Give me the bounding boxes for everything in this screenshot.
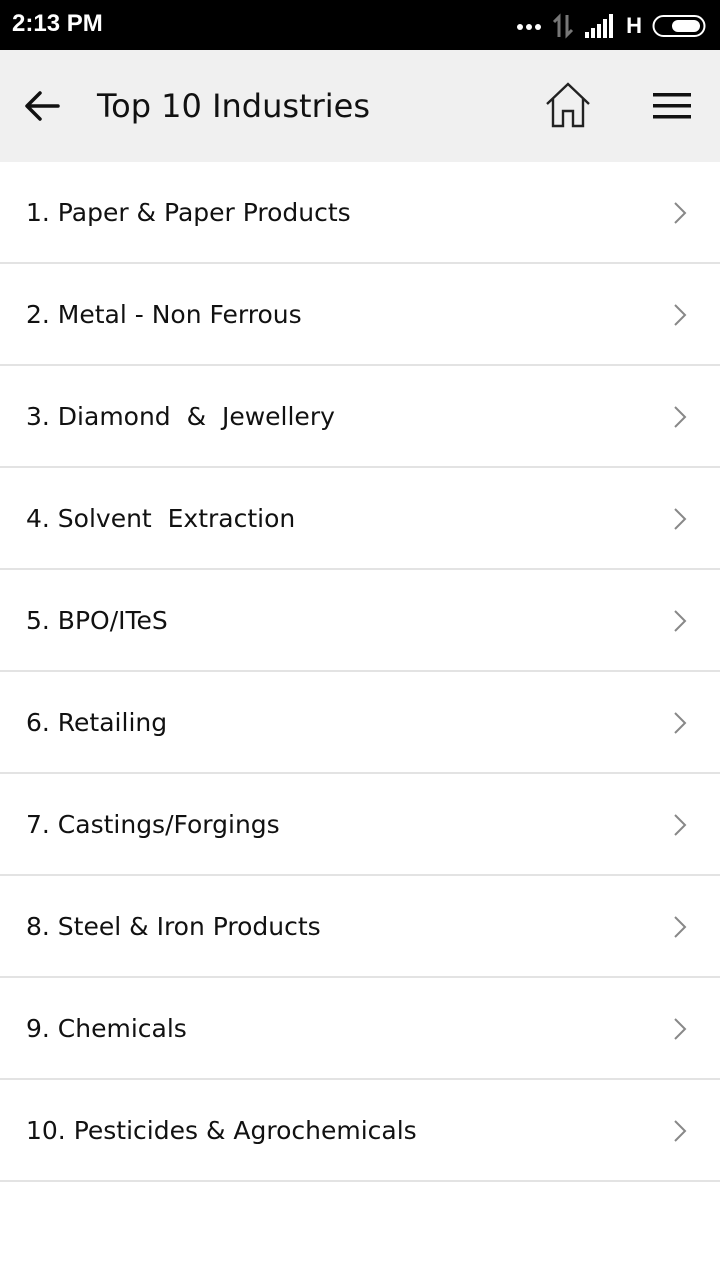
network-type: H	[626, 13, 642, 38]
chevron-right-icon	[674, 406, 687, 428]
industries-list: 1. Paper & Paper Products 2. Metal - Non…	[0, 162, 720, 1182]
status-bar: 2:13 PM H	[0, 0, 720, 50]
chevron-right-icon	[674, 1018, 687, 1040]
list-item[interactable]: 8. Steel & Iron Products	[0, 876, 720, 978]
list-item-label: 7. Castings/Forgings	[26, 810, 280, 839]
list-item[interactable]: 5. BPO/ITeS	[0, 570, 720, 672]
list-item-label: 9. Chemicals	[26, 1014, 187, 1043]
chevron-right-icon	[674, 610, 687, 632]
list-item[interactable]: 3. Diamond & Jewellery	[0, 366, 720, 468]
chevron-right-icon	[674, 304, 687, 326]
list-item-label: 10. Pesticides & Agrochemicals	[26, 1116, 417, 1145]
list-item[interactable]: 7. Castings/Forgings	[0, 774, 720, 876]
back-arrow-icon[interactable]	[22, 86, 62, 126]
more-dots-icon	[517, 24, 542, 30]
chevron-right-icon	[674, 508, 687, 530]
signal-icon	[585, 14, 614, 38]
list-item-label: 2. Metal - Non Ferrous	[26, 300, 302, 329]
chevron-right-icon	[674, 916, 687, 938]
chevron-right-icon	[674, 712, 687, 734]
menu-icon[interactable]	[651, 91, 693, 121]
list-item-label: 6. Retailing	[26, 708, 168, 737]
battery-icon	[652, 15, 706, 37]
list-item-label: 4. Solvent Extraction	[26, 504, 296, 533]
status-time: 2:13 PM	[12, 10, 103, 37]
list-item-label: 8. Steel & Iron Products	[26, 912, 321, 941]
list-item-label: 1. Paper & Paper Products	[26, 198, 351, 227]
list-item[interactable]: 6. Retailing	[0, 672, 720, 774]
chevron-right-icon	[674, 814, 687, 836]
list-item[interactable]: 4. Solvent Extraction	[0, 468, 720, 570]
app-bar: Top 10 Industries	[0, 50, 720, 162]
chevron-right-icon	[674, 1120, 687, 1142]
list-item[interactable]: 10. Pesticides & Agrochemicals	[0, 1080, 720, 1182]
status-icons: H	[516, 11, 708, 41]
home-icon[interactable]	[543, 80, 593, 130]
data-transfer-icon	[553, 13, 574, 39]
list-item[interactable]: 1. Paper & Paper Products	[0, 162, 720, 264]
page-title: Top 10 Industries	[97, 87, 370, 125]
chevron-right-icon	[674, 202, 687, 224]
list-item[interactable]: 9. Chemicals	[0, 978, 720, 1080]
list-item-label: 3. Diamond & Jewellery	[26, 402, 335, 431]
list-item[interactable]: 2. Metal - Non Ferrous	[0, 264, 720, 366]
list-item-label: 5. BPO/ITeS	[26, 606, 168, 635]
